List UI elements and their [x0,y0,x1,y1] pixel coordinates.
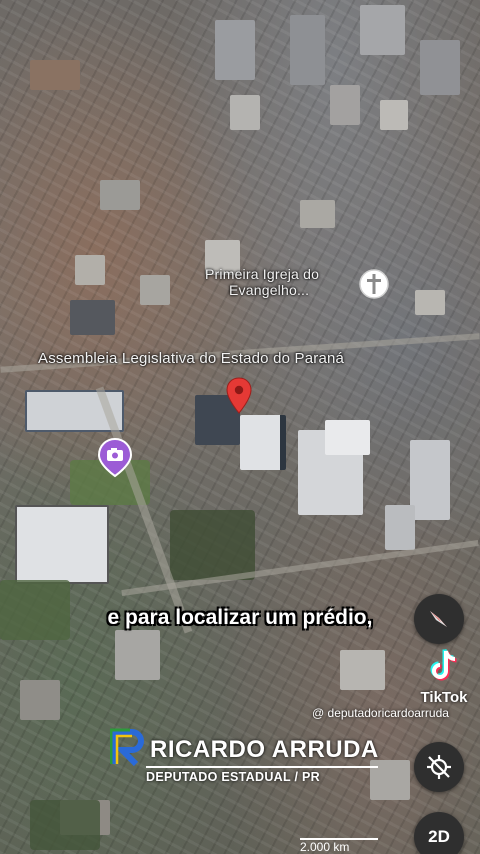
building [360,5,405,55]
compass-button[interactable] [414,594,464,644]
building [215,20,255,80]
building [300,200,335,228]
building [20,680,60,720]
building [75,255,105,285]
camera-icon [97,437,133,478]
place-label-assembly[interactable]: Assembleia Legislativa do Estado do Para… [38,350,344,367]
building [15,505,109,584]
building [380,100,408,130]
tiktok-logo-icon [430,648,457,681]
building [30,60,80,90]
view-mode-label: 2D [428,827,450,846]
brand-logo: RICARDO ARRUDA DEPUTADO ESTADUAL / PR [109,728,378,784]
building [70,300,115,335]
building [100,180,140,210]
building [330,85,360,125]
church-pin[interactable] [358,268,390,307]
brand-subtitle: DEPUTADO ESTADUAL / PR [146,770,320,784]
building [240,415,286,470]
place-label-church-line1: Primeira Igreja do [205,266,320,282]
cross-icon [359,269,389,299]
tiktok-handle: @ deputadoricardoarruda [312,706,449,720]
photo-pin[interactable] [97,437,133,483]
map-view[interactable]: Primeira Igreja do Evangelho... Assemble… [0,0,480,854]
tiktok-watermark: TikTok [408,648,480,706]
building [115,630,160,680]
tiktok-label: TikTok [420,689,468,706]
building [140,275,170,305]
building [385,505,415,550]
brand-name: RICARDO ARRUDA [150,736,379,763]
building [420,40,460,95]
view-mode-toggle[interactable]: 2D [414,812,464,854]
location-off-icon [427,755,451,779]
building [340,650,385,690]
location-pin[interactable] [226,377,252,420]
place-label-church[interactable]: Primeira Igreja do Evangelho... [205,266,319,298]
building [230,95,260,130]
building [415,290,445,315]
building [325,420,370,455]
trees [30,800,100,850]
scale-label: 2.000 km [300,840,350,854]
brand-divider [146,766,378,768]
compass-icon [430,611,447,627]
red-pin-icon [226,377,252,414]
building [410,440,450,520]
place-label-church-line2: Evangelho... [229,282,310,298]
my-location-button[interactable] [414,742,464,792]
trees [170,510,255,580]
building [290,15,325,85]
brand-r-logo [109,728,144,767]
video-caption: e para localizar um prédio, [107,606,373,629]
